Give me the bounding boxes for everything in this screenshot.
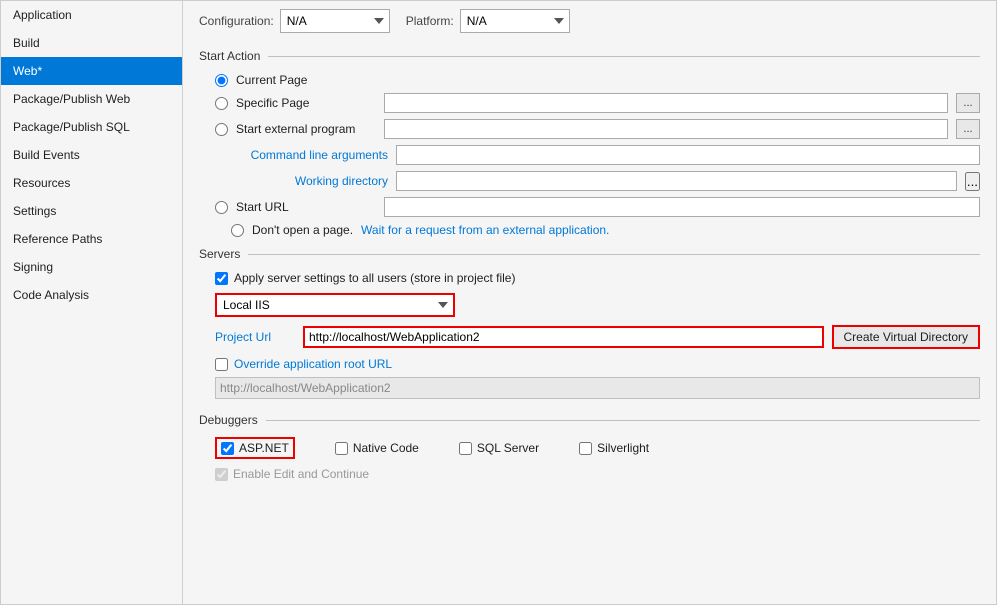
current-page-label[interactable]: Current Page [236,73,376,87]
command-line-label: Command line arguments [231,148,388,162]
start-url-input[interactable] [384,197,980,217]
external-program-input[interactable] [384,119,948,139]
sidebar-item-web[interactable]: Web* [1,57,182,85]
platform-group: Platform: N/A [406,9,570,33]
specific-page-radio[interactable] [215,97,228,110]
sidebar-item-build-events[interactable]: Build Events [1,141,182,169]
working-dir-row: Working directory ... [231,171,980,191]
sidebar-item-reference-paths[interactable]: Reference Paths [1,225,182,253]
project-url-row: Project Url Create Virtual Directory [215,325,980,349]
asp-net-debugger: ASP.NET [215,437,295,459]
sidebar-item-resources[interactable]: Resources [1,169,182,197]
sidebar-item-code-analysis[interactable]: Code Analysis [1,281,182,309]
configuration-label: Configuration: [199,14,274,28]
apply-server-label[interactable]: Apply server settings to all users (stor… [234,271,515,285]
asp-net-label[interactable]: ASP.NET [239,441,289,455]
override-row: Override application root URL [215,357,980,371]
external-program-label[interactable]: Start external program [236,122,376,136]
working-dir-input[interactable] [396,171,957,191]
edit-continue-label: Enable Edit and Continue [233,467,369,481]
override-url-label[interactable]: Override application root URL [234,357,392,371]
native-code-label[interactable]: Native Code [353,441,419,455]
sidebar-item-application[interactable]: Application [1,1,182,29]
debuggers-divider [266,420,980,421]
configuration-select[interactable]: N/A [280,9,390,33]
start-url-row: Start URL [215,197,980,217]
external-program-browse-btn[interactable]: ... [956,119,980,139]
platform-select[interactable]: N/A [460,9,570,33]
configuration-group: Configuration: N/A [199,9,390,33]
specific-page-browse-btn[interactable]: ... [956,93,980,113]
app-root-input[interactable] [215,377,980,399]
sidebar-item-signing[interactable]: Signing [1,253,182,281]
platform-label: Platform: [406,14,454,28]
create-virtual-directory-button[interactable]: Create Virtual Directory [832,325,981,349]
command-line-row: Command line arguments [231,145,980,165]
server-dropdown[interactable]: Local IIS IIS Express Custom None [215,293,455,317]
start-action-header: Start Action [199,49,980,63]
debuggers-header: Debuggers [199,413,980,427]
wait-request-text: Wait for a request from an external appl… [361,223,609,237]
native-code-checkbox[interactable] [335,442,348,455]
current-page-radio[interactable] [215,74,228,87]
dont-open-radio[interactable] [231,224,244,237]
silverlight-checkbox[interactable] [579,442,592,455]
edit-continue-checkbox[interactable] [215,468,228,481]
specific-page-row: Specific Page ... [215,93,980,113]
debuggers-title: Debuggers [199,413,258,427]
external-program-radio[interactable] [215,123,228,136]
sql-server-label[interactable]: SQL Server [477,441,539,455]
servers-header: Servers [199,247,980,261]
silverlight-debugger: Silverlight [579,441,649,455]
apply-server-checkbox[interactable] [215,272,228,285]
sql-server-checkbox[interactable] [459,442,472,455]
sidebar: Application Build Web* Package/Publish W… [1,1,183,604]
dont-open-text: Don't open a page. [252,223,353,237]
sidebar-item-package-publish-web[interactable]: Package/Publish Web [1,85,182,113]
servers-divider [248,254,980,255]
start-url-radio[interactable] [215,201,228,214]
edit-continue-row: Enable Edit and Continue [215,467,980,481]
dont-open-row: Don't open a page. Wait for a request fr… [231,223,980,237]
start-action-title: Start Action [199,49,260,63]
override-url-checkbox[interactable] [215,358,228,371]
sql-server-debugger: SQL Server [459,441,539,455]
server-select-row: Local IIS IIS Express Custom None [215,293,980,317]
main-content: Configuration: N/A Platform: N/A Start A… [183,1,996,604]
start-action-divider [268,56,980,57]
current-page-row: Current Page [215,73,980,87]
asp-net-checkbox[interactable] [221,442,234,455]
sidebar-item-build[interactable]: Build [1,29,182,57]
servers-title: Servers [199,247,240,261]
sidebar-item-package-publish-sql[interactable]: Package/Publish SQL [1,113,182,141]
project-url-label: Project Url [215,330,295,344]
specific-page-label[interactable]: Specific Page [236,96,376,110]
top-bar: Configuration: N/A Platform: N/A [199,9,980,33]
working-dir-label: Working directory [231,174,388,188]
sidebar-item-settings[interactable]: Settings [1,197,182,225]
external-program-row: Start external program ... [215,119,980,139]
debuggers-row: ASP.NET Native Code SQL Server Silverlig… [215,437,980,459]
working-dir-browse-btn[interactable]: ... [965,172,980,191]
start-url-label[interactable]: Start URL [236,200,376,214]
silverlight-label[interactable]: Silverlight [597,441,649,455]
start-action-group: Current Page Specific Page ... Start ext… [215,73,980,237]
project-url-input[interactable] [303,326,824,348]
apply-server-settings-row: Apply server settings to all users (stor… [215,271,980,285]
command-line-input[interactable] [396,145,980,165]
specific-page-input[interactable] [384,93,948,113]
native-code-debugger: Native Code [335,441,419,455]
